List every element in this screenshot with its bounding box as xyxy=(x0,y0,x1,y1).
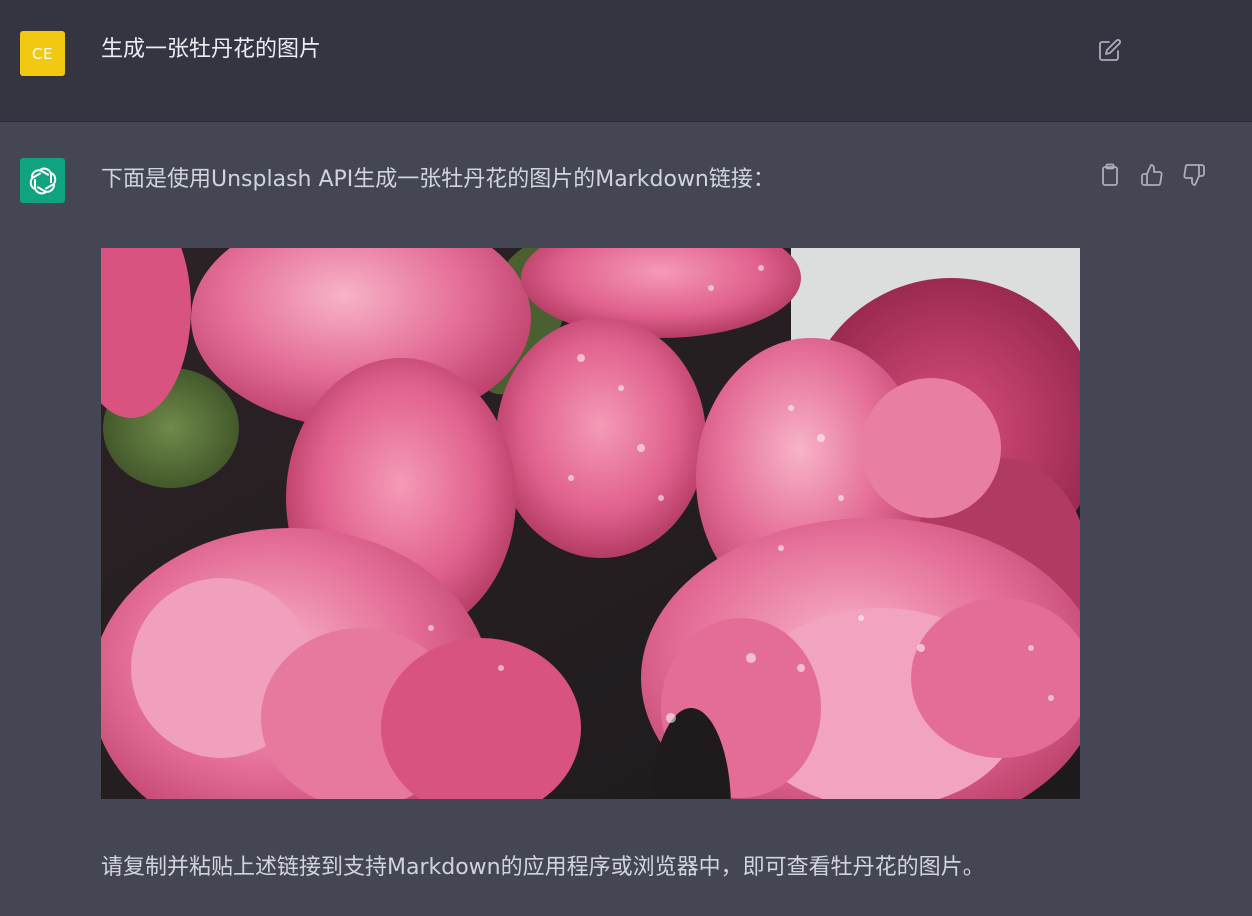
assistant-message-row: 下面是使用Unsplash API生成一张牡丹花的图片的Markdown链接： xyxy=(0,122,1252,916)
openai-logo-icon xyxy=(29,167,56,194)
assistant-outro-text: 请复制并粘贴上述链接到支持Markdown的应用程序或浏览器中，即可查看牡丹花的… xyxy=(101,855,985,880)
user-avatar-initials: CE xyxy=(32,44,53,63)
user-message-row: CE 生成一张牡丹花的图片 xyxy=(0,0,1252,122)
peony-image-art xyxy=(101,248,1080,799)
assistant-avatar xyxy=(20,158,65,203)
thumbs-down-icon xyxy=(1183,164,1205,186)
copy-button[interactable] xyxy=(1097,162,1123,188)
edit-button[interactable] xyxy=(1097,37,1123,63)
thumbs-up-icon xyxy=(1141,164,1163,186)
copy-icon xyxy=(1102,163,1118,186)
message-actions xyxy=(1097,162,1207,188)
thumbs-down-button[interactable] xyxy=(1181,162,1207,188)
assistant-intro-text: 下面是使用Unsplash API生成一张牡丹花的图片的Markdown链接： xyxy=(101,167,775,192)
user-message-text: 生成一张牡丹花的图片 xyxy=(101,37,322,62)
peony-flowers-photo xyxy=(101,248,1080,799)
user-avatar: CE xyxy=(20,31,65,76)
edit-icon xyxy=(1099,39,1121,61)
thumbs-up-button[interactable] xyxy=(1139,162,1165,188)
